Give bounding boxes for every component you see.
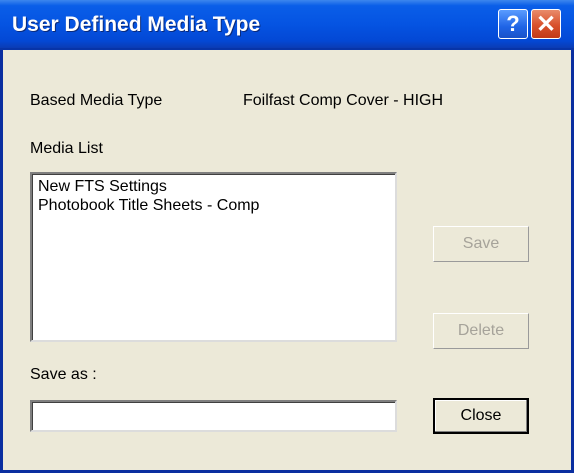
dialog-window: User Defined Media Type ? ✕ Based Media … bbox=[0, 0, 574, 473]
save-as-label: Save as : bbox=[30, 366, 97, 383]
media-list-label: Media List bbox=[30, 140, 103, 157]
media-listbox[interactable]: New FTS Settings Photobook Title Sheets … bbox=[30, 172, 397, 342]
help-icon[interactable]: ? bbox=[498, 9, 528, 39]
title-bar[interactable]: User Defined Media Type ? ✕ bbox=[0, 0, 574, 50]
close-icon[interactable]: ✕ bbox=[531, 9, 561, 39]
based-media-type-value: Foilfast Comp Cover - HIGH bbox=[243, 92, 444, 109]
save-as-input[interactable] bbox=[30, 400, 397, 432]
list-item[interactable]: Photobook Title Sheets - Comp bbox=[38, 196, 389, 215]
list-item[interactable]: New FTS Settings bbox=[38, 177, 389, 196]
delete-button[interactable]: Delete bbox=[433, 313, 529, 349]
window-title: User Defined Media Type bbox=[12, 13, 261, 36]
close-button[interactable]: Close bbox=[433, 398, 529, 434]
based-media-type-label: Based Media Type bbox=[30, 92, 163, 109]
save-button[interactable]: Save bbox=[433, 226, 529, 262]
